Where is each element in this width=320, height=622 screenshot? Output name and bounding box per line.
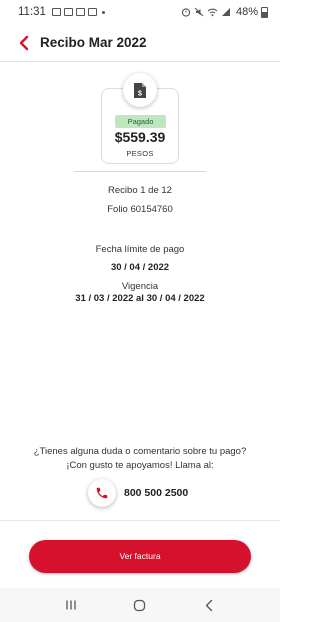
alarm-icon	[181, 8, 191, 17]
photo-notification-icon	[63, 8, 73, 16]
recents-button[interactable]	[56, 593, 86, 617]
wifi-icon	[207, 8, 218, 17]
folio: Folio 60154760	[107, 204, 173, 215]
receipt-number: Recibo 1 de 12	[108, 185, 172, 196]
back-button[interactable]	[10, 29, 38, 57]
home-button[interactable]	[125, 593, 155, 617]
status-bar: 11:31 48%	[0, 0, 280, 24]
document-badge: $	[123, 73, 157, 107]
recents-icon	[66, 600, 76, 610]
battery-icon	[261, 6, 268, 18]
currency: PESOS	[126, 149, 154, 158]
signal-icon	[221, 8, 230, 16]
document-dollar-icon: $	[134, 82, 146, 98]
app-header: Recibo Mar 2022	[0, 24, 280, 62]
back-arrow-icon	[19, 35, 29, 50]
mute-icon	[194, 7, 204, 17]
footer-divider	[0, 520, 280, 521]
status-badge: Pagado	[115, 115, 166, 128]
due-date-label: Fecha límite de pago	[95, 244, 185, 255]
page-title: Recibo Mar 2022	[40, 35, 147, 50]
gallery-notification-icon	[51, 8, 61, 16]
system-nav-bar	[0, 588, 280, 622]
phone-icon	[96, 487, 108, 499]
phone-number[interactable]: 800 500 2500	[124, 487, 188, 499]
home-icon	[134, 599, 146, 611]
divider	[74, 171, 206, 172]
call-button[interactable]	[88, 479, 116, 507]
help-text-line2: ¡Con gusto te apoyamos! Llama al:	[66, 460, 214, 471]
phone-row: 800 500 2500	[88, 478, 188, 508]
svg-text:$: $	[138, 90, 142, 97]
nav-back-button[interactable]	[194, 593, 224, 617]
validity-label: Vigencia	[121, 281, 159, 292]
status-time: 11:31	[18, 6, 46, 18]
help-text-line1: ¿Tienes alguna duda o comentario sobre t…	[33, 446, 247, 457]
due-date: 30 / 04 / 2022	[110, 262, 170, 273]
amount: $559.39	[114, 129, 166, 145]
battery-percent: 48%	[235, 6, 258, 18]
card-notification-icon	[87, 8, 97, 16]
status-right: 48%	[181, 6, 268, 18]
message-notification-icon	[75, 8, 85, 16]
validity-period: 31 / 03 / 2022 al 30 / 04 / 2022	[75, 293, 205, 304]
view-invoice-button[interactable]: Ver factura	[29, 540, 251, 573]
nav-back-icon	[206, 599, 213, 611]
more-notifications-icon	[101, 10, 105, 14]
